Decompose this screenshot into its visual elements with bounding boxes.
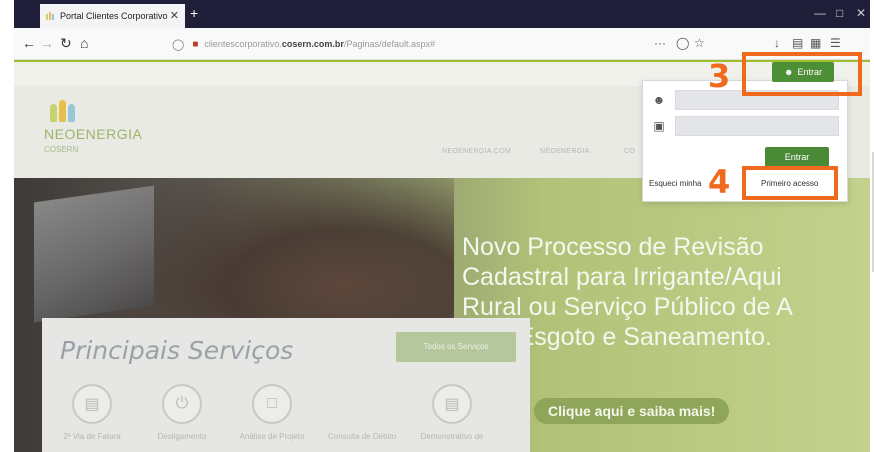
laptop-image — [34, 185, 154, 323]
user-icon: ☻ — [652, 93, 666, 107]
menu-icon[interactable]: ☰ — [830, 36, 841, 50]
power-icon: ⏻ — [162, 384, 202, 424]
service-label: 2ª Via de Fatura — [63, 432, 121, 441]
minimize-button[interactable]: — — [814, 6, 826, 20]
monitor-icon: □ — [252, 384, 292, 424]
annotation-step3-number: 3 — [708, 57, 731, 95]
browser-tab[interactable]: Portal Clientes Corporativo ✕ — [40, 4, 185, 28]
sidebar-icon[interactable]: ▦ — [810, 36, 821, 50]
forgot-password-link[interactable]: Esqueci minha — [649, 179, 701, 188]
url-path: /Paginas/default.aspx# — [343, 39, 436, 49]
annotation-box-step3 — [742, 52, 862, 96]
back-arrow-icon[interactable]: ← — [22, 35, 36, 51]
service-item[interactable]: ▤ 2ª Via de Fatura — [52, 384, 132, 441]
hero-title-line: Novo Processo de Revisão — [462, 233, 764, 261]
service-label: Consulta de Débito — [327, 432, 397, 441]
favicon-icon — [46, 12, 54, 20]
password-row: ▣ — [649, 115, 839, 137]
new-tab-button[interactable]: + — [190, 5, 198, 21]
home-icon[interactable]: ⌂ — [80, 35, 88, 51]
hero-cta-button[interactable]: Clique aqui e saiba mais! — [534, 398, 730, 424]
service-item[interactable]: Consulta de Débito — [322, 384, 402, 441]
screen: Portal Clientes Corporativo ✕ + — □ ✕ ← … — [0, 0, 874, 452]
maximize-button[interactable]: □ — [836, 6, 843, 20]
close-window-button[interactable]: ✕ — [856, 6, 866, 20]
logo-mark-icon — [50, 100, 142, 122]
lock-icon: ▣ — [653, 119, 665, 133]
password-input[interactable] — [675, 116, 839, 136]
annotation-step4-number: 4 — [708, 163, 731, 201]
service-item[interactable]: □ Análise de Projeto — [232, 384, 312, 441]
bookmark-star-icon[interactable]: ☆ — [694, 36, 705, 50]
brand-subname: COSERN — [44, 145, 79, 154]
forward-arrow-icon[interactable]: → — [40, 35, 54, 51]
service-label: Demonstrativo de — [420, 432, 484, 441]
tab-title: Portal Clientes Corporativo — [60, 11, 168, 21]
annotation-box-step4 — [742, 166, 838, 200]
services-title: Principais Serviços — [60, 336, 294, 365]
tab-close-button[interactable]: ✕ — [170, 9, 179, 22]
url-prefix: clientescorporativo. — [204, 39, 282, 49]
url-host: cosern.com.br — [281, 39, 344, 49]
service-item[interactable]: ⏻ Desligamento — [142, 384, 222, 441]
neoenergia-logo[interactable]: NEOENERGIA COSERN — [44, 100, 143, 154]
document-icon: ▤ — [432, 384, 472, 424]
service-item[interactable]: ▤ Demonstrativo de — [412, 384, 492, 441]
library-icon[interactable]: ▤ — [792, 36, 803, 50]
pocket-icon[interactable]: ◯ — [676, 36, 689, 50]
page-actions-icon[interactable]: ··· — [654, 36, 666, 50]
all-services-button[interactable]: Todos os Serviços — [396, 332, 516, 362]
nav-link-neoenergia[interactable]: NEOENERGIA — [540, 148, 590, 155]
search-icon — [342, 384, 382, 424]
reload-icon[interactable]: ↻ — [60, 35, 72, 52]
url-bar[interactable]: ◯ ■ clientescorporativo. cosern.com.br/Pa… — [172, 32, 732, 56]
service-label: Análise de Projeto — [239, 432, 305, 441]
services-panel: Principais Serviços Todos os Serviços ▤ … — [42, 318, 530, 452]
hero-title-line: Cadastral para Irrigante/Aqui — [462, 263, 782, 291]
invoice-icon: ▤ — [72, 384, 112, 424]
service-label: Desligamento — [157, 432, 207, 441]
shield-icon: ◯ — [172, 38, 185, 51]
browser-titlebar: Portal Clientes Corporativo ✕ + — □ ✕ — [14, 0, 870, 28]
brand-name: NEOENERGIA — [44, 126, 143, 142]
download-icon[interactable]: ↓ — [774, 36, 780, 50]
nav-link-neoenergia-com[interactable]: NEOENERGIA.COM — [442, 148, 511, 155]
nav-link-co[interactable]: CO — [624, 148, 635, 155]
login-submit-button[interactable]: Entrar — [765, 147, 829, 167]
site-info-icon[interactable]: ■ — [192, 39, 198, 50]
